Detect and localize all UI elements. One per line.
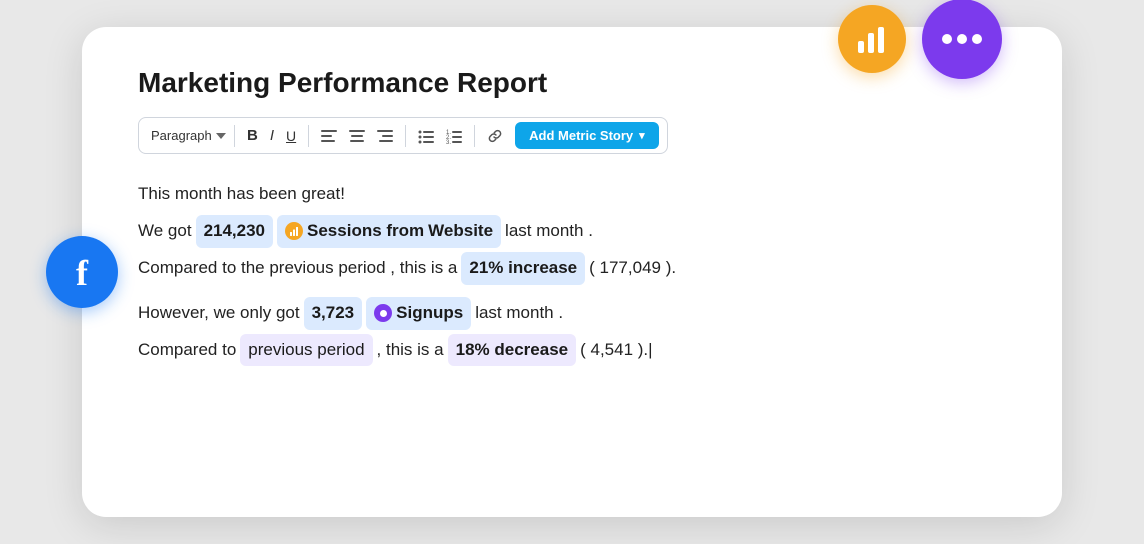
link-icon xyxy=(487,128,503,144)
add-metric-story-label: Add Metric Story xyxy=(529,128,633,143)
decrease-value: 18% decrease xyxy=(448,334,576,367)
purple-dot xyxy=(380,310,387,317)
ordered-list-button[interactable]: 1.2.3. xyxy=(440,125,468,147)
align-center-button[interactable] xyxy=(343,125,371,147)
toolbar-divider-4 xyxy=(474,125,475,147)
link-button[interactable] xyxy=(481,125,509,147)
top-badges xyxy=(838,0,1002,79)
intro-line: This month has been great! xyxy=(138,180,1006,209)
add-metric-story-button[interactable]: Add Metric Story ▾ xyxy=(515,122,659,149)
facebook-badge[interactable]: f xyxy=(46,236,118,308)
unordered-list-icon xyxy=(418,128,434,144)
we-got-text: We got xyxy=(138,217,192,246)
compared-text-2: Compared to xyxy=(138,336,236,365)
signups-label: Signups xyxy=(396,299,463,328)
svg-text:3.: 3. xyxy=(446,140,451,144)
toolbar: Paragraph B I U 1.2.3. xyxy=(138,117,668,154)
ordered-list-icon: 1.2.3. xyxy=(446,128,462,144)
signups-metric[interactable]: Signups xyxy=(366,297,471,330)
prev-value-1: ( 177,049 ). xyxy=(589,254,676,283)
increase-value: 21% increase xyxy=(461,252,585,285)
device-wrapper: f Marketing Performance Report Paragr xyxy=(0,0,1144,544)
purple-icon xyxy=(374,304,392,322)
prev-value-2: ( 4,541 ).| xyxy=(580,336,652,365)
however-text: However, we only got xyxy=(138,299,300,328)
this-is-text: , this is a xyxy=(377,336,444,365)
sessions-value: 214,230 xyxy=(196,215,273,248)
dot-2 xyxy=(957,34,967,44)
website-label: Website xyxy=(428,217,493,246)
align-left-button[interactable] xyxy=(315,125,343,147)
sessions-metric[interactable]: Sessions from Website xyxy=(277,215,501,248)
compared-text: Compared to the previous period , this i… xyxy=(138,254,457,283)
decrease-line: Compared to previous period , this is a … xyxy=(138,334,1006,367)
sessions-label: Sessions from xyxy=(307,217,424,246)
chevron-down-icon: ▾ xyxy=(639,129,645,142)
more-options-badge[interactable] xyxy=(922,0,1002,79)
align-center-icon xyxy=(349,128,365,144)
paragraph-select[interactable]: Paragraph xyxy=(147,126,228,145)
dot-3 xyxy=(972,34,982,44)
main-card: f Marketing Performance Report Paragr xyxy=(82,27,1062,517)
dot-1 xyxy=(942,34,952,44)
chart-badge[interactable] xyxy=(838,5,906,73)
toolbar-divider-2 xyxy=(308,125,309,147)
align-right-icon xyxy=(377,128,393,144)
italic-button[interactable]: I xyxy=(264,124,280,147)
chart-icon xyxy=(854,21,890,57)
align-right-button[interactable] xyxy=(371,125,399,147)
increase-line: Compared to the previous period , this i… xyxy=(138,252,1006,285)
content-area: This month has been great! We got 214,23… xyxy=(138,180,1006,366)
toolbar-divider-3 xyxy=(405,125,406,147)
toolbar-divider-1 xyxy=(234,125,235,147)
last-month-text: last month . xyxy=(505,217,593,246)
orange-chart-icon xyxy=(285,222,303,240)
bold-button[interactable]: B xyxy=(241,124,264,147)
facebook-icon: f xyxy=(76,255,88,291)
sessions-line: We got 214,230 Sessions from Website las… xyxy=(138,215,1006,248)
signups-line: However, we only got 3,723 Signups last … xyxy=(138,297,1006,330)
align-left-icon xyxy=(321,128,337,144)
period-highlight: previous period xyxy=(240,334,372,367)
signups-value: 3,723 xyxy=(304,297,363,330)
last-month-text-2: last month . xyxy=(475,299,563,328)
underline-button[interactable]: U xyxy=(280,125,302,147)
unordered-list-button[interactable] xyxy=(412,125,440,147)
